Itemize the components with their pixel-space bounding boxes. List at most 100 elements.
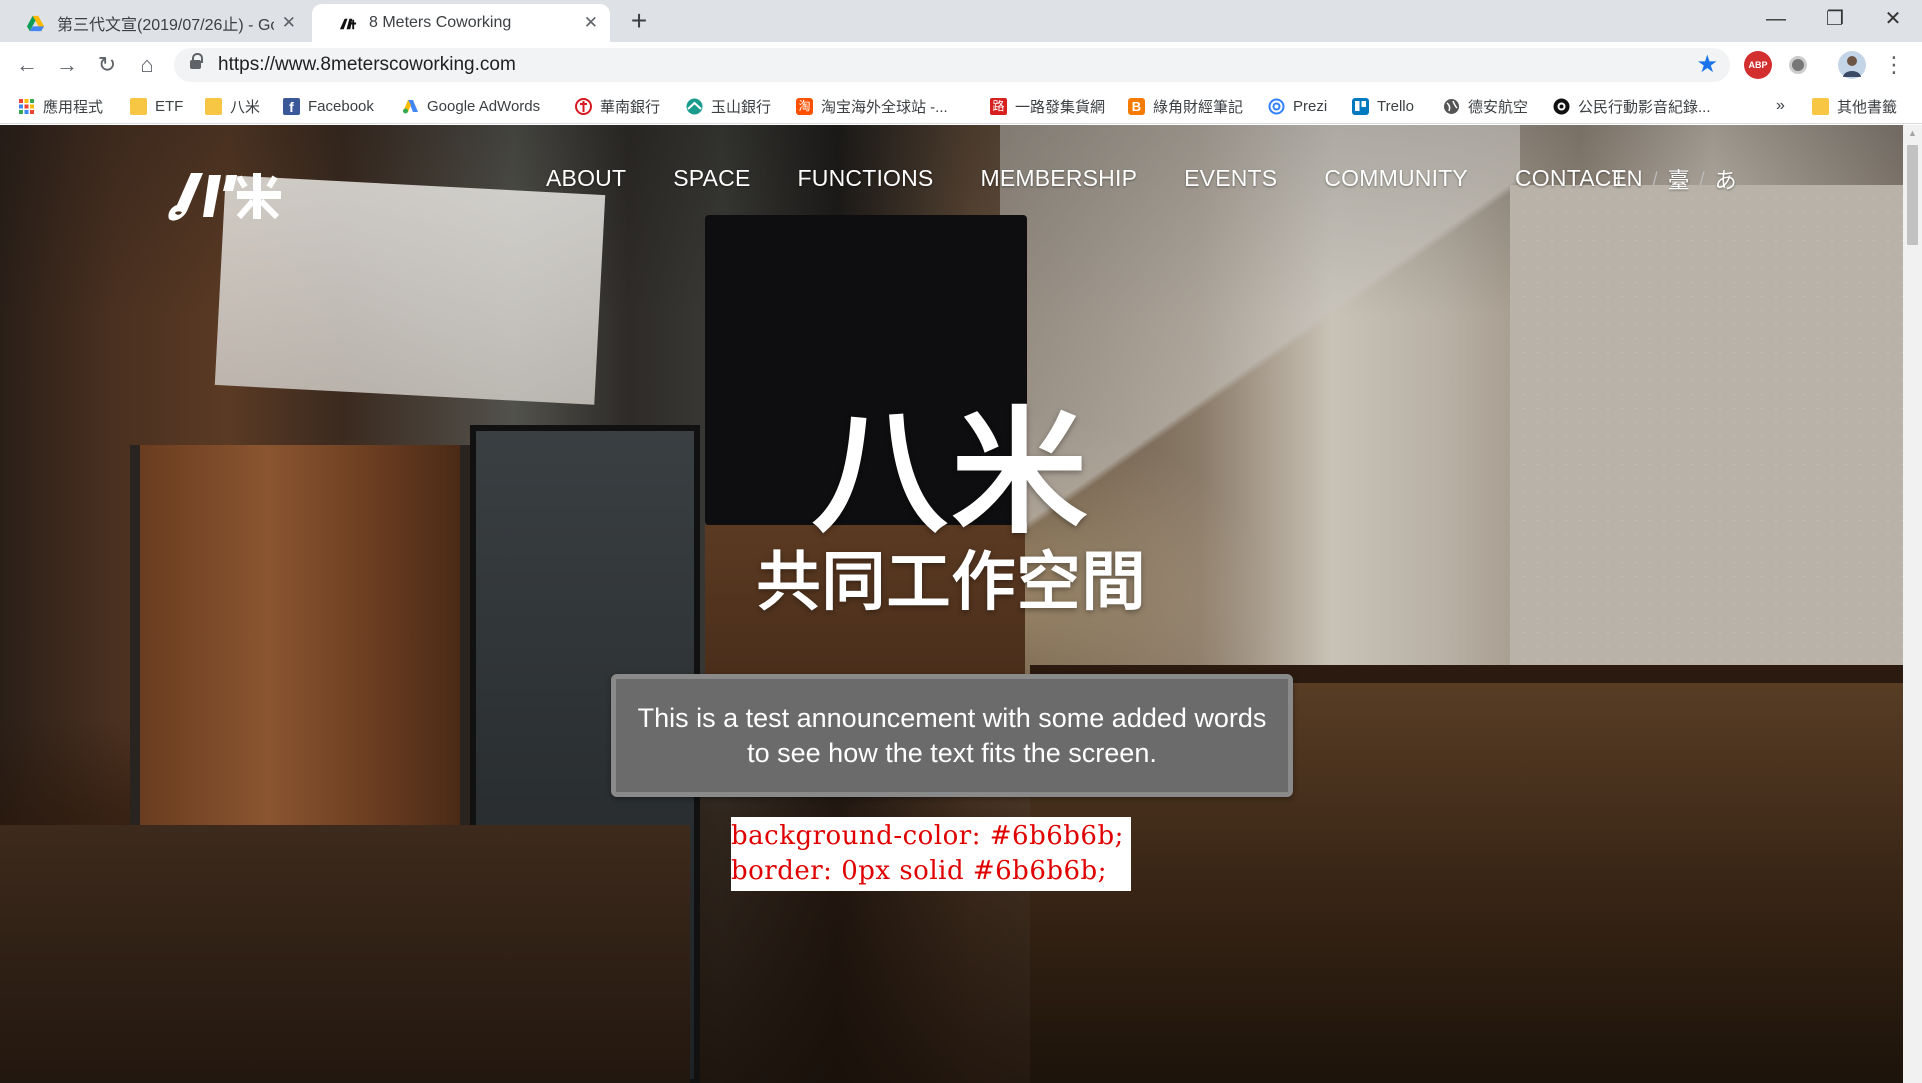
bookmark-label: Prezi: [1293, 97, 1328, 115]
bookmark-folder-8m[interactable]: 八米: [205, 95, 260, 117]
nav-membership[interactable]: MEMBERSHIP: [980, 165, 1137, 192]
bookmark-label: Trello: [1377, 97, 1414, 115]
close-tab-icon[interactable]: ✕: [282, 13, 296, 33]
restore-button[interactable]: ❐: [1806, 0, 1864, 40]
browser-tab-8meters[interactable]: 8 Meters Coworking ✕: [312, 4, 610, 42]
announcement-text: This is a test announcement with some ad…: [637, 702, 1267, 768]
bookmark-label: 玉山銀行: [711, 98, 772, 116]
esun-bank-icon: [686, 98, 703, 114]
nav-about[interactable]: ABOUT: [546, 165, 626, 192]
profile-avatar[interactable]: [1838, 51, 1866, 79]
bookmark-dean-air[interactable]: 德安航空: [1443, 95, 1528, 117]
bookmark-label: 華南銀行: [600, 98, 661, 116]
browser-tab-strip: 第三代文宣(2019/07/26止) - Go ✕ 8 Meters Cowor…: [0, 0, 1922, 42]
google-drive-icon: [26, 15, 45, 31]
adblock-plus-icon[interactable]: ABP: [1744, 51, 1772, 79]
bookmark-label: Google AdWords: [427, 97, 541, 115]
lock-icon[interactable]: [190, 53, 203, 71]
extension-circle-icon[interactable]: [1784, 51, 1812, 79]
nav-contact[interactable]: CONTACT: [1515, 165, 1626, 192]
lang-en[interactable]: EN: [1612, 166, 1643, 192]
bookmark-apps[interactable]: 應用程式: [18, 95, 103, 117]
bookmark-trello[interactable]: Trello: [1352, 95, 1414, 117]
bookmark-label: 八米: [230, 98, 261, 116]
adwords-icon: [403, 99, 418, 113]
bookmark-folder-etf[interactable]: ETF: [130, 95, 183, 117]
other-bookmarks-folder[interactable]: 其他書籤: [1812, 95, 1897, 117]
nav-functions[interactable]: FUNCTIONS: [798, 165, 934, 192]
bookmark-label: 公民行動影音紀錄...: [1578, 98, 1711, 116]
scroll-up-arrow-icon[interactable]: ▲: [1903, 125, 1922, 142]
bookmark-label: 應用程式: [43, 98, 104, 116]
blogger-icon: B: [1128, 97, 1145, 115]
trello-icon: [1352, 97, 1369, 115]
bookmark-facebook[interactable]: f Facebook: [283, 95, 374, 117]
yilufa-icon: 路: [990, 97, 1007, 115]
back-button[interactable]: ←: [12, 50, 42, 80]
folder-icon: [130, 97, 147, 115]
nav-events[interactable]: EVENTS: [1184, 165, 1277, 192]
bookmark-label: 德安航空: [1468, 98, 1529, 116]
browser-toolbar: ← → ↻ ⌂ https://www.8meterscoworking.com…: [0, 42, 1922, 88]
bookmark-label: 淘宝海外全球站 -...: [821, 98, 948, 116]
8meters-favicon: [339, 18, 357, 29]
bookmark-prezi[interactable]: Prezi: [1268, 95, 1327, 117]
scrollbar-thumb[interactable]: [1907, 145, 1918, 245]
announcement-box: This is a test announcement with some ad…: [611, 674, 1293, 797]
forward-button[interactable]: →: [52, 50, 82, 80]
home-button[interactable]: ⌂: [132, 50, 162, 80]
bookmark-label: 綠角財經筆記: [1153, 98, 1244, 116]
folder-icon: [1812, 97, 1829, 115]
hua-nan-bank-icon: [575, 97, 592, 115]
nav-space[interactable]: SPACE: [673, 165, 750, 192]
lang-taiwanese[interactable]: 臺: [1668, 163, 1690, 195]
person-icon: [1843, 56, 1861, 77]
lang-japanese[interactable]: あ: [1715, 163, 1737, 195]
css-annotation: background-color: #6b6b6b; border: 0px s…: [731, 817, 1131, 891]
nav-community[interactable]: COMMUNITY: [1324, 165, 1468, 192]
browser-tab-google-drive[interactable]: 第三代文宣(2019/07/26止) - Go ✕: [0, 4, 308, 42]
bookmark-star-icon[interactable]: ★: [1696, 50, 1718, 79]
prezi-icon: [1268, 98, 1285, 114]
lang-separator: /: [1652, 168, 1658, 189]
css-line-background: background-color: #6b6b6b;: [731, 821, 1124, 851]
bookmark-label: Facebook: [308, 97, 374, 115]
tab-title: 8 Meters Coworking: [369, 14, 512, 31]
bookmark-label: 其他書籤: [1837, 98, 1898, 116]
bookmark-taobao[interactable]: 淘 淘宝海外全球站 -...: [796, 95, 948, 117]
lang-separator: /: [1699, 168, 1705, 189]
background-table: [0, 825, 690, 1083]
bookmark-adwords[interactable]: Google AdWords: [402, 95, 540, 117]
bookmark-label: ETF: [155, 97, 184, 115]
tab-title: 第三代文宣(2019/07/26止) - Go: [57, 17, 274, 34]
url-text[interactable]: https://www.8meterscoworking.com: [218, 54, 516, 76]
bookmarks-overflow-button[interactable]: »: [1776, 95, 1785, 117]
css-line-border: border: 0px solid #6b6b6b;: [731, 856, 1107, 886]
webpage-viewport: ABOUT SPACE FUNCTIONS MEMBERSHIP EVENTS …: [0, 125, 1903, 1083]
hero-subtitle: 共同工作空間: [756, 546, 1147, 618]
bookmark-lujiao[interactable]: B 綠角財經筆記: [1128, 95, 1243, 117]
globe-icon: [1444, 98, 1459, 114]
bookmark-hua-nan-bank[interactable]: 華南銀行: [575, 95, 660, 117]
bookmark-label: 一路發集貨網: [1015, 98, 1106, 116]
new-tab-button[interactable]: +: [622, 4, 656, 38]
bookmark-civil-media[interactable]: 公民行動影音紀錄...: [1553, 95, 1711, 117]
taobao-icon: 淘: [796, 97, 813, 115]
apps-grid-icon: [19, 98, 34, 114]
facebook-icon: f: [283, 97, 300, 115]
address-bar[interactable]: https://www.8meterscoworking.com ★: [174, 48, 1730, 82]
site-navigation: ABOUT SPACE FUNCTIONS MEMBERSHIP EVENTS …: [546, 165, 1673, 192]
browser-menu-button[interactable]: ⋮: [1880, 51, 1908, 79]
hero-title: 八米: [811, 397, 1092, 549]
reload-button[interactable]: ↻: [92, 50, 122, 80]
site-logo[interactable]: [165, 163, 285, 223]
folder-icon: [205, 97, 222, 115]
bookmark-esun-bank[interactable]: 玉山銀行: [686, 95, 771, 117]
bookmark-yilufa[interactable]: 路 一路發集貨網: [990, 95, 1105, 117]
close-tab-icon[interactable]: ✕: [584, 13, 598, 33]
language-switcher: EN / 臺 / あ: [1612, 163, 1737, 195]
page-scrollbar[interactable]: ▲: [1903, 125, 1922, 1083]
close-window-button[interactable]: ✕: [1864, 0, 1922, 40]
bookmarks-bar: 應用程式 ETF 八米 f Facebook Google AdWords 華南…: [0, 88, 1922, 124]
minimize-button[interactable]: —: [1747, 0, 1805, 40]
